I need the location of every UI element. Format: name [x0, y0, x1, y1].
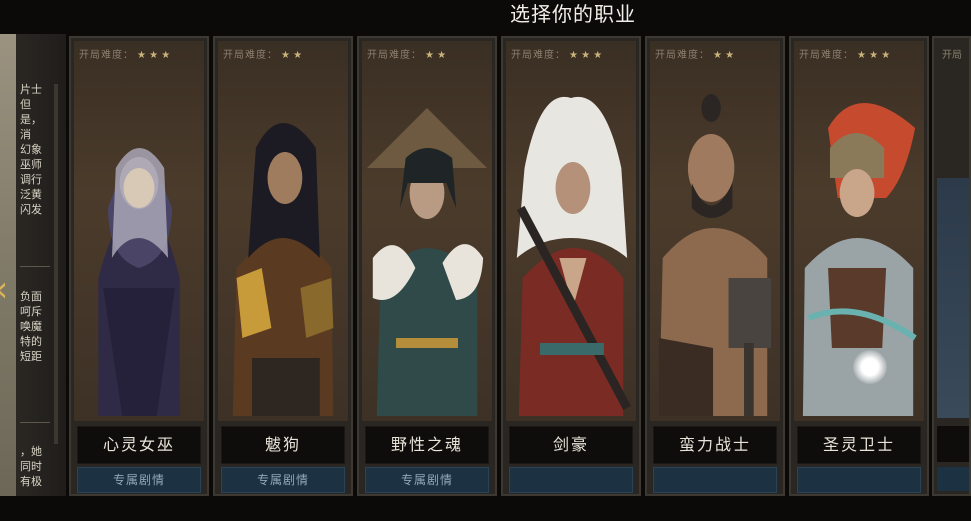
difficulty-rating: 开局难度： ★ ★ ★ — [511, 50, 603, 61]
character-portrait — [655, 88, 775, 416]
description-text-2: 负面 呵斥 唤魔 特的 短距 — [20, 290, 42, 363]
exclusive-story-button[interactable]: 专属剧情 — [221, 467, 345, 493]
difficulty-rating: 开局难度： ★ ★ — [655, 50, 735, 61]
character-portrait — [937, 178, 969, 418]
difficulty-rating: 开局难度： ★ ★ — [367, 50, 447, 61]
class-name: 剑豪 — [509, 426, 633, 464]
class-card-wild-soul[interactable]: 开局难度： ★ ★ 野性之魂 专属剧情 — [357, 36, 497, 496]
class-card-brute-warrior[interactable]: 开局难度： ★ ★ 蛮力战士 — [645, 36, 785, 496]
class-card-partial[interactable]: 开局 — [932, 36, 971, 496]
exclusive-story-button[interactable]: 专属剧情 — [365, 467, 489, 493]
class-name: 圣灵卫士 — [797, 426, 921, 464]
class-card-swordmaster[interactable]: 开局难度： ★ ★ ★ 剑豪 — [501, 36, 641, 496]
glow-orb-icon — [853, 350, 887, 384]
class-name: 心灵女巫 — [77, 426, 201, 464]
story-button-empty[interactable] — [937, 467, 969, 491]
story-button-empty[interactable] — [509, 467, 633, 493]
divider — [20, 266, 50, 267]
class-name: 蛮力战士 — [653, 426, 777, 464]
star-icons: ★ ★ — [713, 50, 735, 61]
exclusive-story-button[interactable]: 专属剧情 — [77, 467, 201, 493]
class-card-hound[interactable]: 开局难度： ★ ★ 魃狗 专属剧情 — [213, 36, 353, 496]
description-text-3: ，她 同时 有极 — [20, 445, 42, 488]
chevron-left-icon[interactable]: ‹ — [0, 269, 8, 310]
character-portrait — [79, 88, 199, 416]
star-icons: ★ ★ — [425, 50, 447, 61]
class-card-psychic-witch[interactable]: 开局难度： ★ ★ ★ 心灵女巫 专属剧情 — [69, 36, 209, 496]
difficulty-rating: 开局难度： ★ ★ ★ — [799, 50, 891, 61]
class-name: 魃狗 — [221, 426, 345, 464]
divider — [20, 422, 50, 423]
star-icons: ★ ★ — [281, 50, 303, 61]
story-button-empty[interactable] — [653, 467, 777, 493]
difficulty-rating: 开局 — [942, 50, 962, 61]
class-name: 野性之魂 — [365, 426, 489, 464]
star-icons: ★ ★ ★ — [137, 50, 171, 61]
class-name — [937, 426, 969, 462]
star-icons: ★ ★ ★ — [857, 50, 891, 61]
bottom-bar — [0, 496, 971, 521]
character-portrait — [511, 88, 631, 416]
class-description-panel: ‹ 片士 但是， 消 幻象 巫师 调行 泛黄 闪发 负面 呵斥 唤魔 特的 短距… — [0, 34, 66, 496]
class-card-holy-guardian[interactable]: 开局难度： ★ ★ ★ 圣灵卫士 — [789, 36, 929, 496]
description-text-1: 片士 但是， 消 幻象 巫师 调行 泛黄 闪发 — [20, 83, 42, 216]
difficulty-rating: 开局难度： ★ ★ ★ — [79, 50, 171, 61]
scrollbar[interactable] — [54, 84, 58, 444]
character-portrait — [367, 88, 487, 416]
previous-card-edge — [0, 34, 16, 496]
star-icons: ★ ★ ★ — [569, 50, 603, 61]
difficulty-rating: 开局难度： ★ ★ — [223, 50, 303, 61]
character-portrait — [223, 88, 343, 416]
story-button-empty[interactable] — [797, 467, 921, 493]
page-title: 选择你的职业 — [510, 2, 636, 26]
